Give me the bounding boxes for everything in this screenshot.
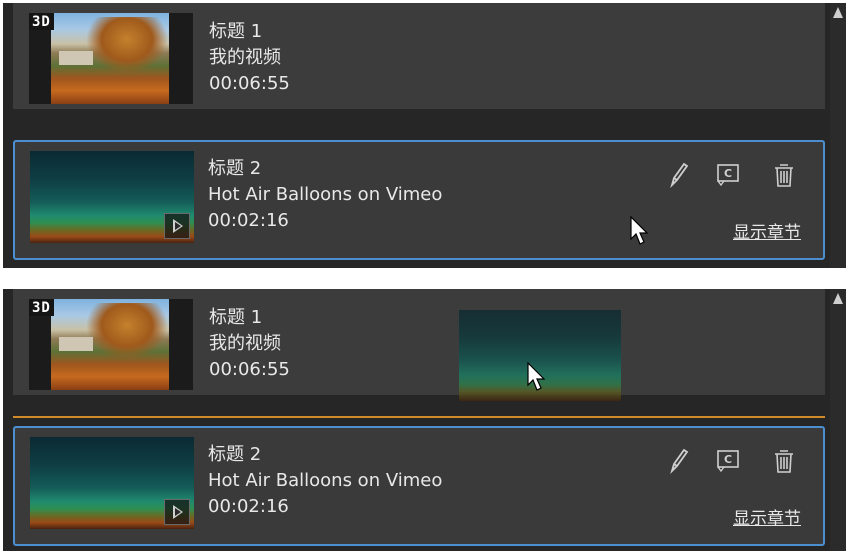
title-list-item-1[interactable]: 3D 标题 1 我的视频 00:06:55 <box>13 289 825 395</box>
scroll-up-icon[interactable] <box>833 7 843 18</box>
mouse-cursor-icon <box>630 216 652 246</box>
trash-icon[interactable] <box>771 160 797 188</box>
title-list-panel-before-drag: 3D 标题 1 我的视频 00:06:55 标题 2 Hot Air Ballo… <box>3 3 846 268</box>
edit-pencil-icon[interactable] <box>665 160 691 188</box>
title-label: 标题 2 <box>208 158 262 179</box>
duration: 00:02:16 <box>208 496 289 517</box>
title-meta: 标题 1 我的视频 00:06:55 <box>209 305 290 383</box>
title-list-item-1[interactable]: 3D 标题 1 我的视频 00:06:55 <box>13 3 825 109</box>
mouse-cursor-icon <box>527 362 549 392</box>
duration: 00:06:55 <box>209 359 290 380</box>
title-list-panel-during-drag: 3D 标题 1 我的视频 00:06:55 标题 2 Hot Air Ballo… <box>3 289 846 551</box>
title-list-item-2-selected[interactable]: 标题 2 Hot Air Balloons on Vimeo 00:02:16 … <box>13 426 825 546</box>
thumbnail-title-2 <box>30 151 194 243</box>
title-meta: 标题 1 我的视频 00:06:55 <box>209 19 290 97</box>
trash-icon[interactable] <box>771 446 797 474</box>
thumbnail-title-1: 3D <box>29 13 193 104</box>
scroll-up-icon[interactable] <box>833 293 843 304</box>
play-icon[interactable] <box>164 499 190 525</box>
title-label: 标题 1 <box>209 21 263 42</box>
3d-badge: 3D <box>29 299 54 316</box>
title-meta: 标题 2 Hot Air Balloons on Vimeo 00:02:16 <box>208 156 442 234</box>
scrollbar[interactable] <box>830 289 846 551</box>
video-name: Hot Air Balloons on Vimeo <box>208 470 443 491</box>
title-label: 标题 2 <box>208 444 262 465</box>
video-name: 我的视频 <box>209 333 281 354</box>
title-label: 标题 1 <box>209 307 263 328</box>
svg-text:C: C <box>724 453 732 466</box>
drop-position-indicator <box>13 416 825 418</box>
play-icon[interactable] <box>164 213 190 239</box>
thumbnail-title-1: 3D <box>29 299 193 390</box>
manor-house <box>59 337 93 351</box>
tree-foliage <box>87 17 167 73</box>
svg-text:C: C <box>724 167 732 180</box>
manor-house <box>59 51 93 65</box>
duration: 00:06:55 <box>209 73 290 94</box>
show-chapters-link[interactable]: 显示章节 <box>733 218 801 243</box>
video-name: Hot Air Balloons on Vimeo <box>208 184 443 205</box>
caption-icon[interactable]: C <box>715 446 741 474</box>
3d-badge: 3D <box>29 13 54 30</box>
thumbnail-title-2 <box>30 437 194 529</box>
scrollbar[interactable] <box>830 3 846 268</box>
edit-pencil-icon[interactable] <box>665 446 691 474</box>
title-list-item-2-selected[interactable]: 标题 2 Hot Air Balloons on Vimeo 00:02:16 … <box>13 140 825 260</box>
duration: 00:02:16 <box>208 210 289 231</box>
caption-icon[interactable]: C <box>715 160 741 188</box>
title-meta: 标题 2 Hot Air Balloons on Vimeo 00:02:16 <box>208 442 442 520</box>
tree-foliage <box>87 303 167 359</box>
show-chapters-link[interactable]: 显示章节 <box>733 504 801 529</box>
video-name: 我的视频 <box>209 47 281 68</box>
